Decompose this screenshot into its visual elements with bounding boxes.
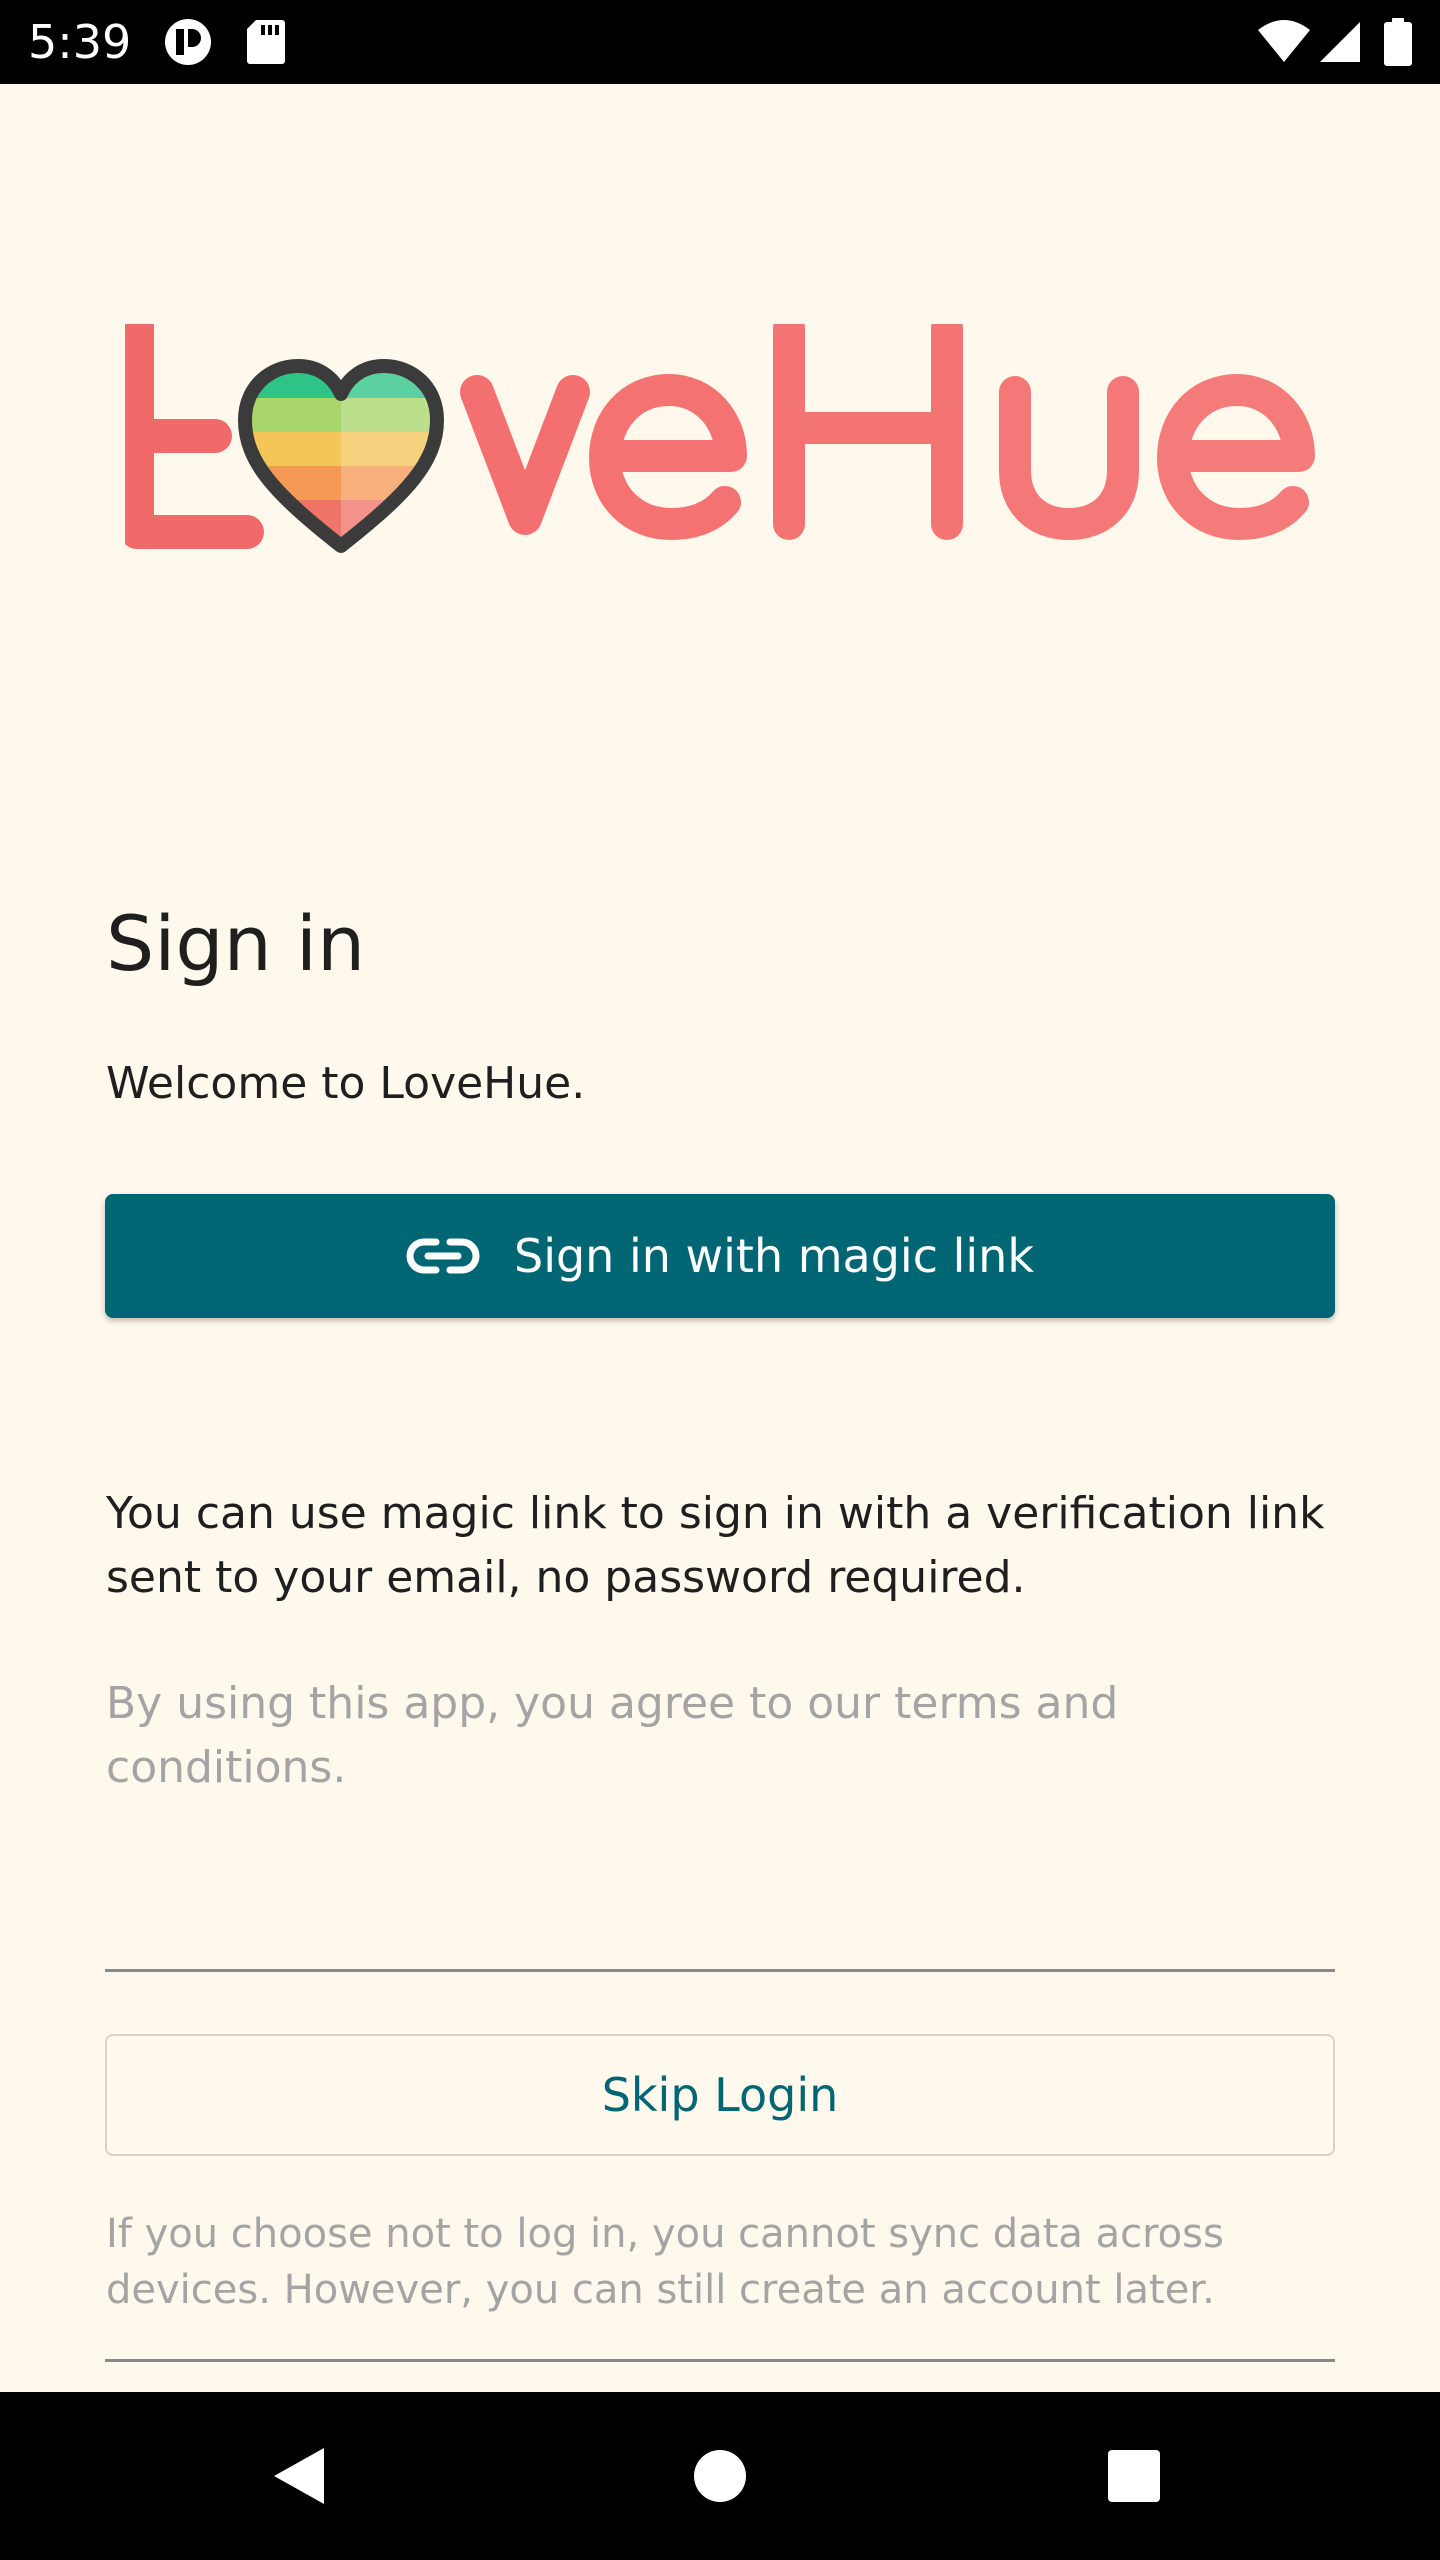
magic-link-button[interactable]: Sign in with magic link — [105, 1194, 1335, 1318]
wifi-icon — [1258, 20, 1310, 62]
battery-icon — [1384, 18, 1412, 66]
welcome-text: Welcome to LoveHue. — [106, 1058, 586, 1109]
skip-login-note: If you choose not to log in, you cannot … — [106, 2211, 1224, 2313]
signin-screen: Sign in Welcome to LoveHue. Sign in with… — [0, 84, 1440, 2392]
divider — [105, 2359, 1335, 2362]
cell-signal-icon — [1320, 22, 1360, 62]
terms-text: By using this app, you agree to our term… — [106, 1678, 1119, 1793]
magic-link-description: You can use magic link to sign in with a… — [106, 1488, 1325, 1603]
back-icon[interactable] — [260, 2436, 340, 2516]
recents-icon[interactable] — [1094, 2436, 1174, 2516]
status-time: 5:39 — [28, 15, 132, 69]
home-icon[interactable] — [680, 2436, 760, 2516]
status-bar: 5:39 — [0, 0, 1440, 84]
page-title: Sign in — [106, 899, 366, 988]
lovehue-logo — [125, 324, 1315, 553]
divider — [105, 1969, 1335, 1972]
notification-icon — [165, 19, 211, 65]
system-nav-bar — [0, 2392, 1440, 2560]
skip-login-button[interactable]: Skip Login — [105, 2034, 1335, 2156]
sd-card-icon — [247, 20, 285, 64]
link-icon — [406, 1238, 480, 1274]
magic-link-button-label: Sign in with magic link — [514, 1229, 1034, 1283]
